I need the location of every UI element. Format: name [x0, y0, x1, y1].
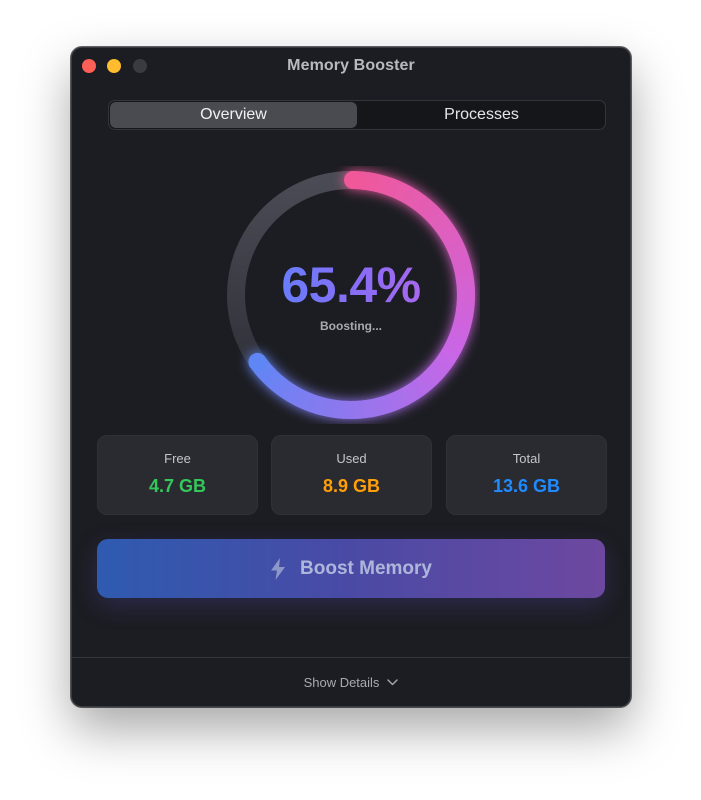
tab-processes[interactable]: Processes [358, 101, 605, 129]
window-title: Memory Booster [287, 57, 415, 74]
total-label: Total [512, 451, 541, 466]
boost-memory-label: Boost Memory [300, 557, 432, 579]
boost-status: Boosting... [320, 319, 382, 333]
titlebar[interactable]: Memory Booster [72, 48, 630, 86]
app-window: Memory Booster Overview Processes 65.4% … [71, 47, 631, 707]
used-label: Used [336, 451, 367, 466]
boost-memory-button[interactable]: Boost Memory [97, 539, 605, 598]
free-label: Free [164, 451, 191, 466]
bolt-icon [271, 557, 286, 580]
used-value: 8.9 GB [322, 476, 381, 496]
show-details-label: Show Details [303, 674, 380, 690]
memory-stats: Free 4.7 GB Used 8.9 GB Total 13.6 GB [97, 435, 607, 515]
memory-gauge: 65.4% Boosting... [222, 166, 480, 424]
total-memory-card: Total 13.6 GB [446, 435, 607, 515]
show-details-toggle[interactable]: Show Details [72, 657, 630, 706]
usage-percent: 65.4% [222, 256, 480, 314]
free-value: 4.7 GB [148, 476, 207, 496]
used-memory-card: Used 8.9 GB [271, 435, 432, 515]
total-value: 13.6 GB [492, 476, 561, 496]
gauge-arc-cap [344, 171, 363, 190]
free-memory-card: Free 4.7 GB [97, 435, 258, 515]
tab-overview[interactable]: Overview [110, 102, 357, 128]
gauge-arc-cap [248, 352, 267, 371]
chevron-down-icon [387, 678, 399, 685]
view-segmented-control: Overview Processes [108, 100, 606, 130]
